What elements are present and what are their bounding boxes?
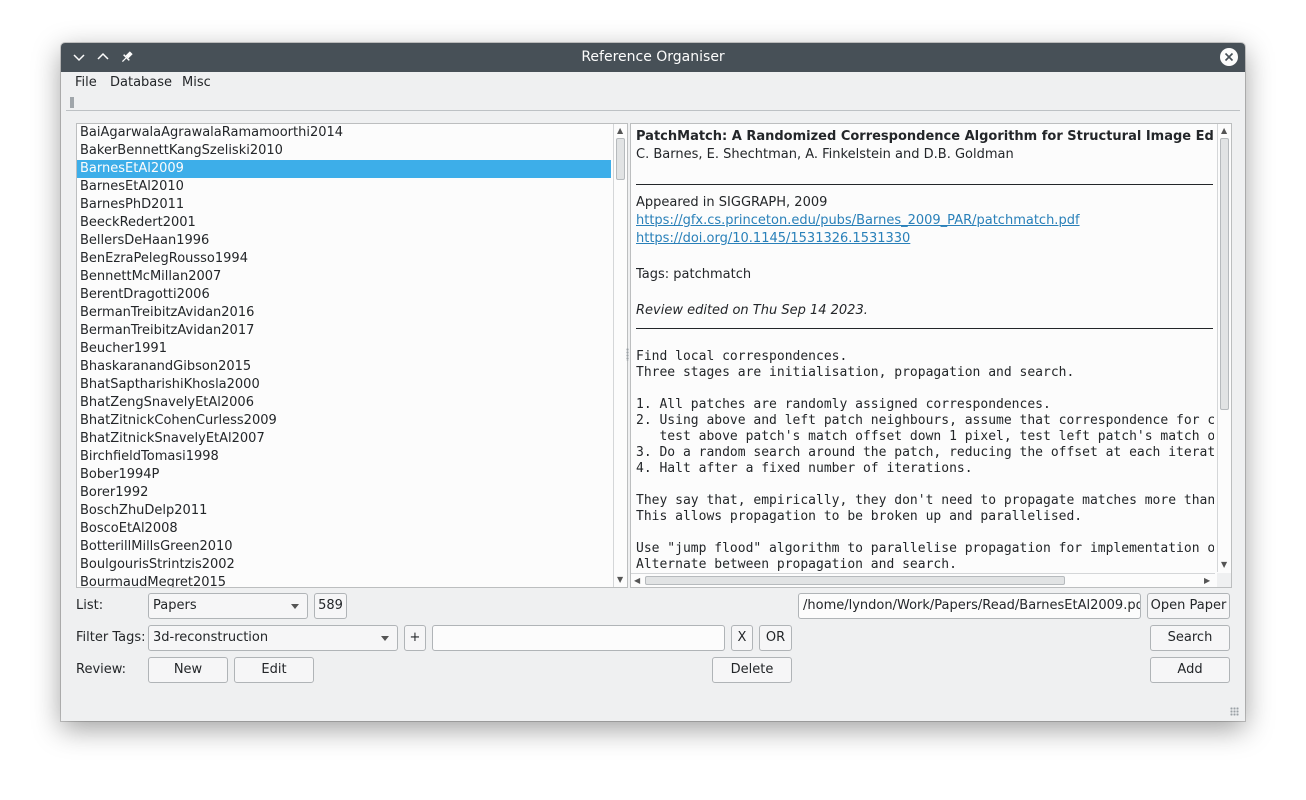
divider — [636, 328, 1213, 329]
list-item[interactable]: BirchfieldTomasi1998 — [77, 448, 611, 466]
review-body-line: 3. Do a random search around the patch, … — [636, 445, 1214, 460]
scroll-right-icon[interactable]: ▶ — [1204, 577, 1210, 585]
list-item[interactable]: BermanTreibitzAvidan2016 — [77, 304, 611, 322]
list-item[interactable]: BarnesPhD2011 — [77, 196, 611, 214]
delete-button[interactable]: Delete — [712, 657, 792, 683]
scroll-down-icon[interactable]: ▼ — [617, 576, 623, 584]
window-title: Reference Organiser — [581, 49, 725, 65]
list-item[interactable]: BenEzraPelegRousso1994 — [77, 250, 611, 268]
scroll-left-icon[interactable]: ◀ — [634, 577, 640, 585]
list-item[interactable]: BeeckRedert2001 — [77, 214, 611, 232]
splitter-grip — [626, 348, 629, 361]
scroll-up-icon[interactable]: ▲ — [617, 127, 623, 135]
close-button[interactable] — [1220, 48, 1238, 66]
toolbar-grip[interactable] — [70, 97, 74, 108]
viewer-vertical-scrollbar[interactable]: ▲ ▼ — [1217, 124, 1231, 572]
scroll-down-icon[interactable]: ▼ — [1221, 561, 1227, 569]
menu-file[interactable]: File — [75, 75, 97, 90]
review-body-line: They say that, empirically, they don't n… — [636, 493, 1214, 508]
toolbar — [66, 95, 1240, 111]
list-item[interactable]: BhatZitnickSnavelyEtAl2007 — [77, 430, 611, 448]
close-icon — [1224, 52, 1234, 62]
menu-database[interactable]: Database — [110, 75, 172, 90]
viewer-horizontal-scrollbar[interactable]: ◀ ▶ — [631, 573, 1215, 587]
list-item[interactable]: BhatSaptharishiKhosla2000 — [77, 376, 611, 394]
review-body-line: Find local correspondences. — [636, 349, 848, 364]
filter-tags-select[interactable]: 3d-reconstruction — [148, 625, 398, 651]
review-content: PatchMatch: A Randomized Correspondence … — [636, 124, 1214, 572]
doi-link[interactable]: https://doi.org/10.1145/1531326.1531330 — [636, 231, 910, 246]
title-bar[interactable]: Reference Organiser — [61, 43, 1245, 72]
list-select[interactable]: Papers — [148, 593, 308, 619]
list-item[interactable]: BerentDragotti2006 — [77, 286, 611, 304]
list-vertical-scrollbar[interactable]: ▲ ▼ — [613, 124, 627, 587]
review-body-line: Three stages are initialisation, propaga… — [636, 365, 1075, 380]
review-viewer[interactable]: PatchMatch: A Randomized Correspondence … — [630, 123, 1232, 588]
list-item[interactable]: BotterillMillsGreen2010 — [77, 538, 611, 556]
scroll-corner — [1217, 573, 1231, 587]
resize-grip[interactable] — [1230, 707, 1239, 716]
list-item[interactable]: BarnesEtAl2010 — [77, 178, 611, 196]
add-tag-button[interactable]: + — [404, 625, 426, 651]
list-item[interactable]: BoulgourisStrintzis2002 — [77, 556, 611, 574]
scroll-thumb[interactable] — [616, 138, 625, 180]
main-window: Reference Organiser File Database Misc B… — [61, 43, 1245, 721]
search-button[interactable]: Search — [1150, 625, 1230, 651]
filter-tags-label: Filter Tags: — [76, 630, 146, 645]
paper-path-field[interactable]: /home/lyndon/Work/Papers/Read/BarnesEtAl… — [798, 593, 1141, 619]
chevron-down-icon — [381, 636, 389, 641]
paper-venue: Appeared in SIGGRAPH, 2009 — [636, 195, 828, 210]
review-body-line: This allows propagation to be broken up … — [636, 509, 1083, 524]
review-body-line: Alternate between propagation and search… — [636, 557, 957, 572]
list-item-selected[interactable]: BarnesEtAl2009 — [77, 160, 611, 178]
list-item[interactable]: BourmaudMegret2015 — [77, 574, 611, 587]
filter-tags-value: 3d-reconstruction — [153, 630, 269, 645]
list-item[interactable]: BoscoEtAl2008 — [77, 520, 611, 538]
edit-review-button[interactable]: Edit — [234, 657, 314, 683]
add-button[interactable]: Add — [1150, 657, 1230, 683]
list-item[interactable]: BermanTreibitzAvidan2017 — [77, 322, 611, 340]
list-item[interactable]: BaiAgarwalaAgrawalaRamamoorthi2014 — [77, 124, 611, 142]
clear-filter-button[interactable]: X — [731, 625, 753, 651]
paper-count: 589 — [314, 593, 347, 619]
review-body-line: Use "jump flood" algorithm to parallelis… — [636, 541, 1214, 556]
list-label: List: — [76, 598, 104, 613]
list-item[interactable]: BakerBennettKangSzeliski2010 — [77, 142, 611, 160]
open-paper-button[interactable]: Open Paper — [1147, 593, 1230, 619]
chevron-down-icon — [291, 604, 299, 609]
scroll-up-icon[interactable]: ▲ — [1221, 127, 1227, 135]
divider — [636, 184, 1213, 185]
horizontal-scroll-thumb[interactable] — [645, 576, 1065, 585]
paper-title: PatchMatch: A Randomized Correspondence … — [636, 129, 1214, 144]
list-select-value: Papers — [153, 598, 197, 613]
list-item[interactable]: BhatZitnickCohenCurless2009 — [77, 412, 611, 430]
review-body-line: 1. All patches are randomly assigned cor… — [636, 397, 1051, 412]
list-item[interactable]: BennettMcMillan2007 — [77, 268, 611, 286]
review-body-line: 2. Using above and left patch neighbours… — [636, 413, 1214, 428]
list-item[interactable]: BhatZengSnavelyEtAl2006 — [77, 394, 611, 412]
pdf-link[interactable]: https://gfx.cs.princeton.edu/pubs/Barnes… — [636, 213, 1080, 228]
menu-misc[interactable]: Misc — [182, 75, 211, 90]
list-item[interactable]: BellersDeHaan1996 — [77, 232, 611, 250]
paper-authors: C. Barnes, E. Shechtman, A. Finkelstein … — [636, 147, 1014, 162]
list-item[interactable]: Bober1994P — [77, 466, 611, 484]
scroll-thumb[interactable] — [1220, 138, 1229, 410]
menu-bar: File Database Misc — [61, 72, 1245, 95]
paper-tags: Tags: patchmatch — [636, 267, 752, 282]
list-item[interactable]: BhaskaranandGibson2015 — [77, 358, 611, 376]
new-review-button[interactable]: New — [148, 657, 228, 683]
or-toggle-button[interactable]: OR — [759, 625, 792, 651]
tag-filter-input[interactable] — [432, 625, 725, 651]
review-edited-date: Review edited on Thu Sep 14 2023. — [636, 303, 868, 318]
review-body-line: 4. Halt after a fixed number of iteratio… — [636, 461, 973, 476]
list-item[interactable]: Beucher1991 — [77, 340, 611, 358]
papers-list[interactable]: BaiAgarwalaAgrawalaRamamoorthi2014 BakerB… — [76, 123, 628, 588]
list-item[interactable]: BoschZhuDelp2011 — [77, 502, 611, 520]
review-label: Review: — [76, 662, 127, 677]
list-item[interactable]: Borer1992 — [77, 484, 611, 502]
review-body-line: test above patch's match offset down 1 p… — [636, 429, 1214, 444]
